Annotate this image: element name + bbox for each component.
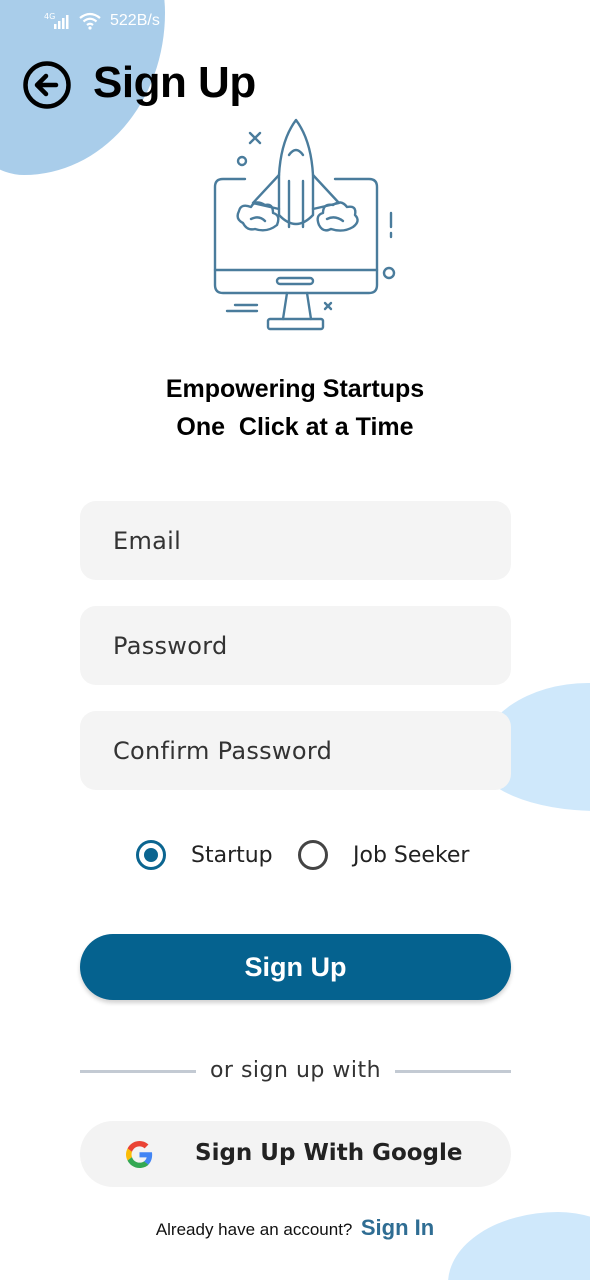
- network-type-label: 4G: [44, 12, 55, 21]
- google-sign-up-label: Sign Up With Google: [195, 1140, 463, 1166]
- divider-line-left: [80, 1070, 196, 1073]
- signup-screen: 4G 522B/s Sign Up Empowering Startups On…: [0, 0, 590, 1280]
- tagline-line-2: One Click at a Time: [176, 413, 414, 441]
- status-bar: 4G 522B/s: [44, 9, 160, 33]
- radio-job-seeker-indicator[interactable]: [298, 840, 328, 870]
- sign-up-button[interactable]: Sign Up: [80, 934, 511, 1000]
- page-title: Sign Up: [93, 58, 256, 107]
- radio-startup[interactable]: Startup: [136, 840, 273, 870]
- role-radio-group: Startup Job Seeker: [0, 838, 590, 872]
- sign-in-link[interactable]: Sign In: [361, 1215, 434, 1240]
- google-sign-up-button[interactable]: Sign Up With Google: [80, 1121, 511, 1187]
- divider-text: or sign up with: [209, 1058, 382, 1083]
- radio-startup-label: Startup: [191, 842, 273, 868]
- email-field[interactable]: [80, 501, 511, 580]
- signal-icon: 4G: [44, 12, 69, 29]
- back-button[interactable]: [22, 60, 72, 110]
- radio-job-seeker-label: Job Seeker: [353, 842, 470, 868]
- tagline-line-1: Empowering Startups: [165, 375, 425, 403]
- password-field[interactable]: [80, 606, 511, 685]
- rocket-monitor-illustration: [213, 118, 396, 331]
- tagline: Empowering Startups One Click at a Time: [0, 370, 590, 446]
- google-icon: [126, 1141, 153, 1168]
- wifi-icon: [79, 12, 101, 30]
- back-arrow-icon: [23, 61, 71, 109]
- confirm-password-field[interactable]: [80, 711, 511, 790]
- radio-job-seeker[interactable]: Job Seeker: [298, 840, 469, 870]
- radio-startup-indicator[interactable]: [136, 840, 166, 870]
- sign-in-question: Already have an account?: [155, 1220, 353, 1239]
- divider-line-right: [395, 1070, 511, 1073]
- network-speed: 522B/s: [110, 12, 160, 29]
- sign-in-prompt: Already have an account? Sign In: [0, 1215, 590, 1241]
